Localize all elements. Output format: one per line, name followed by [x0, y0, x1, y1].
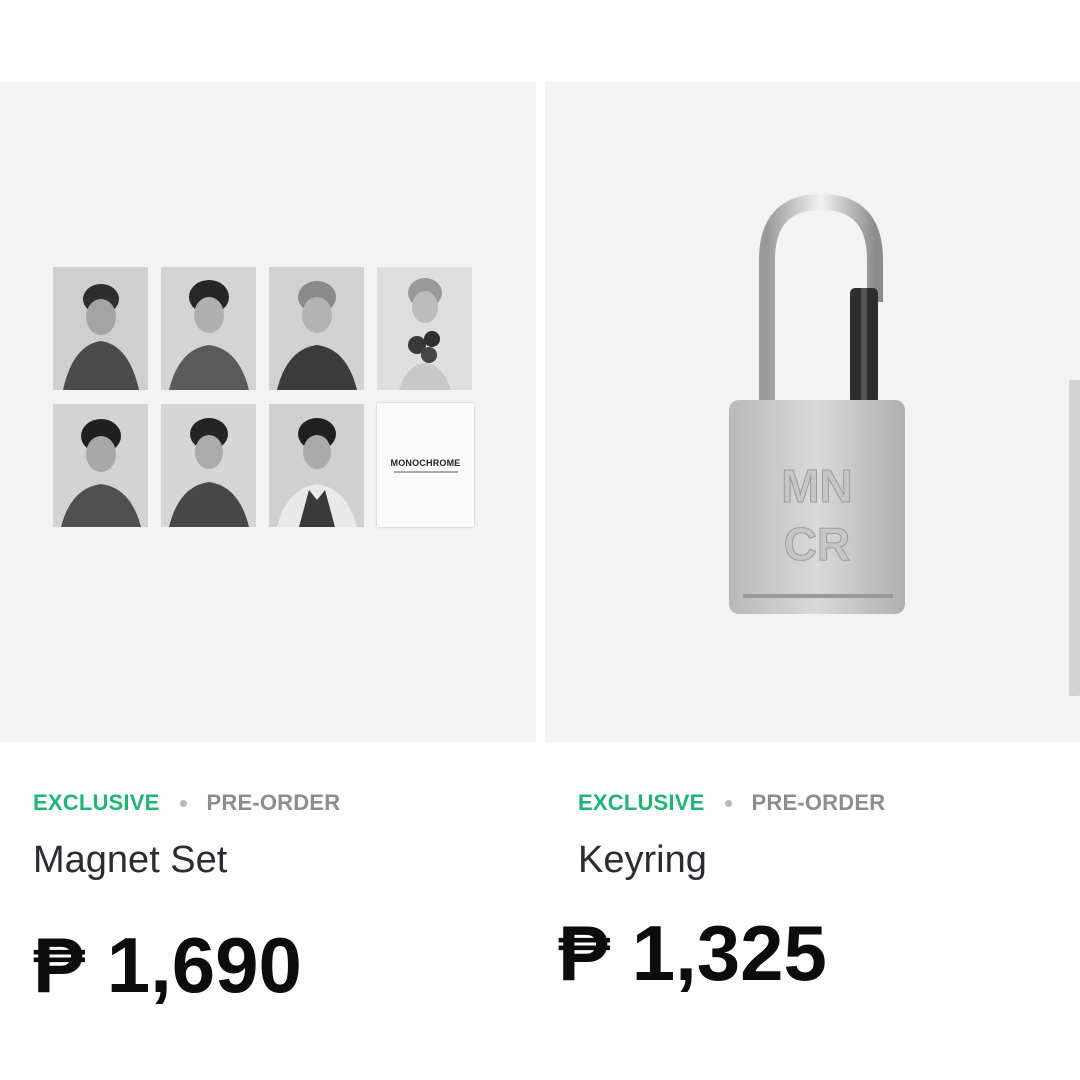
monochrome-card-subline — [393, 470, 458, 473]
badge-preorder: PRE-ORDER — [206, 790, 341, 815]
svg-text:CR: CR — [784, 518, 850, 570]
magnet-photo — [161, 404, 256, 527]
product-badges: EXCLUSIVE PRE-ORDER — [578, 790, 885, 816]
badge-exclusive: EXCLUSIVE — [33, 790, 160, 815]
product-info: EXCLUSIVE PRE-ORDER Keyring ₱ 1,325 — [558, 790, 885, 992]
monochrome-card-title: MONOCHROME — [390, 457, 461, 468]
magnet-photo — [53, 267, 148, 390]
badge-separator-dot — [179, 799, 187, 807]
magnet-photo — [161, 267, 256, 390]
product-badges: EXCLUSIVE PRE-ORDER — [33, 790, 340, 816]
padlock-keyring-image: MN CR — [729, 193, 905, 614]
badge-separator-dot — [724, 799, 732, 807]
product-image-keyring[interactable]: MN CR — [545, 82, 1080, 742]
magnet-photo — [377, 267, 472, 390]
product-name[interactable]: Magnet Set — [33, 839, 340, 882]
product-card-keyring[interactable]: MN CR EXCLUSIVE PRE-ORDER Keyring ₱ 1,32… — [545, 82, 1080, 992]
page-scrollbar[interactable] — [1069, 380, 1080, 696]
badge-preorder: PRE-ORDER — [751, 790, 886, 815]
badge-exclusive: EXCLUSIVE — [578, 790, 705, 815]
magnet-photo — [269, 404, 364, 527]
product-image-magnet-set[interactable]: MONOCHROME — [0, 82, 536, 742]
product-card-magnet-set[interactable]: MONOCHROME EXCLUSIVE PRE-ORDER Magnet Se… — [0, 82, 536, 1004]
magnet-photo — [53, 404, 148, 527]
monochrome-card: MONOCHROME — [377, 403, 474, 527]
magnet-photo — [269, 267, 364, 390]
svg-text:MN: MN — [781, 460, 853, 512]
product-price: ₱ 1,325 — [558, 909, 827, 997]
product-info: EXCLUSIVE PRE-ORDER Magnet Set ₱ 1,690 — [33, 790, 340, 1004]
product-price: ₱ 1,690 — [33, 921, 302, 1009]
product-name[interactable]: Keyring — [578, 839, 885, 882]
